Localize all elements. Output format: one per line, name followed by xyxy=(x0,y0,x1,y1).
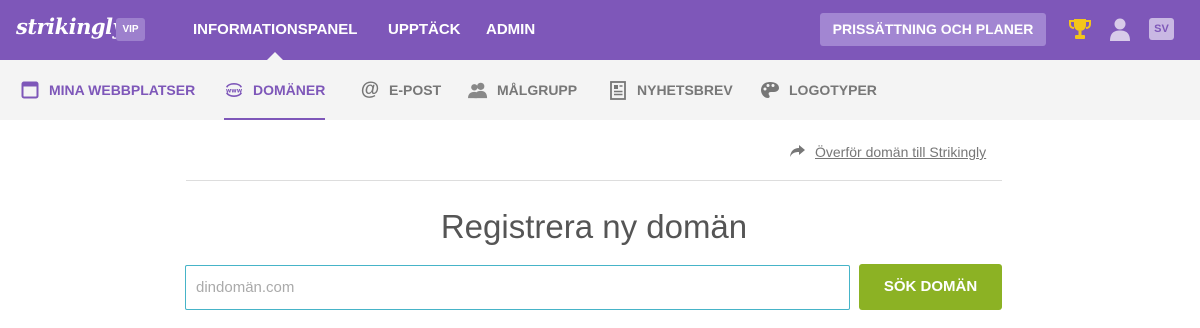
subnav-label: MÅLGRUPP xyxy=(497,82,578,98)
subnav-label: NYHETSBREV xyxy=(637,82,733,98)
nav-discover[interactable]: UPPTÄCK xyxy=(388,0,461,60)
share-arrow-icon xyxy=(790,144,805,160)
subnav-label: E-POST xyxy=(389,82,442,98)
subnav-email[interactable]: @ E-POST xyxy=(360,60,441,120)
nav-dashboard[interactable]: INFORMATIONSPANEL xyxy=(193,0,357,60)
subnav-logos[interactable]: LOGOTYPER xyxy=(760,60,877,120)
palette-icon xyxy=(760,80,780,100)
sub-nav: MINA WEBBPLATSER www DOMÄNER @ E-POST MÅ… xyxy=(0,60,1200,120)
trophy-icon[interactable] xyxy=(1068,18,1092,40)
pricing-plans-button[interactable]: PRISSÄTTNING OCH PLANER xyxy=(820,13,1046,46)
page-title: Registrera ny domän xyxy=(440,208,748,245)
svg-text:www: www xyxy=(226,88,243,94)
subnav-audience[interactable]: MÅLGRUPP xyxy=(468,60,577,120)
www-icon: www xyxy=(224,80,244,100)
at-sign-icon: @ xyxy=(360,79,380,100)
subnav-domains[interactable]: www DOMÄNER xyxy=(224,60,326,120)
subnav-newsletter[interactable]: NYHETSBREV xyxy=(608,60,733,120)
subnav-label: MINA WEBBPLATSER xyxy=(49,82,196,98)
search-domain-button[interactable]: SÖK DOMÄN xyxy=(859,264,1002,310)
domain-search-input[interactable] xyxy=(185,265,850,310)
strikingly-logo[interactable]: strikingly xyxy=(16,14,125,39)
subnav-my-sites[interactable]: MINA WEBBPLATSER xyxy=(20,60,195,120)
transfer-link-text[interactable]: Överför domän till Strikingly xyxy=(815,144,986,160)
top-bar: strikingly VIP INFORMATIONSPANEL UPPTÄCK… xyxy=(0,0,1200,60)
subnav-label: LOGOTYPER xyxy=(789,82,877,98)
people-icon xyxy=(468,80,488,100)
language-selector[interactable]: SV xyxy=(1149,18,1174,40)
divider xyxy=(186,180,1002,181)
subnav-label: DOMÄNER xyxy=(253,82,326,98)
newsletter-icon xyxy=(608,80,628,100)
nav-admin[interactable]: ADMIN xyxy=(486,0,535,60)
transfer-domain-link[interactable]: Överför domän till Strikingly xyxy=(790,144,986,160)
vip-badge: VIP xyxy=(116,18,145,41)
browser-window-icon xyxy=(20,80,40,100)
user-icon[interactable] xyxy=(1108,17,1132,41)
